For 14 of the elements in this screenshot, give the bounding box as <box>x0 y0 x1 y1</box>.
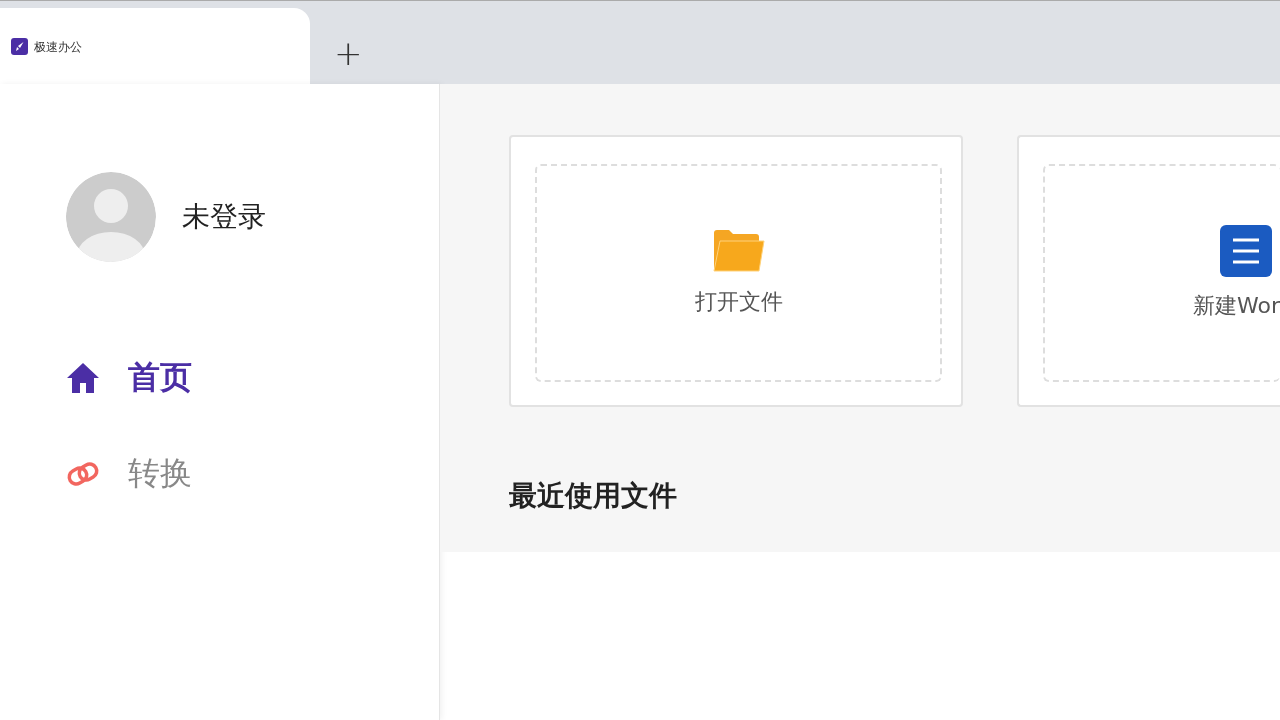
avatar-icon <box>66 172 156 262</box>
browser-tab[interactable]: 极速办公 <box>0 8 310 84</box>
folder-icon <box>711 229 766 273</box>
section-title: 最近使用文件 <box>509 478 678 514</box>
user-name: 未登录 <box>182 199 266 235</box>
document-icon <box>1220 225 1272 277</box>
nav-item[interactable]: 转换 <box>66 452 439 496</box>
home-icon <box>66 361 100 395</box>
new-tab-button[interactable]: + <box>334 36 363 70</box>
rocket-icon <box>11 37 28 55</box>
nav-item[interactable]: 首页 <box>66 356 439 400</box>
tab-title: 极速办公 <box>34 38 82 56</box>
action-card[interactable]: 打开文件 <box>509 135 963 407</box>
action-card[interactable]: 新建Wor <box>1017 135 1280 407</box>
